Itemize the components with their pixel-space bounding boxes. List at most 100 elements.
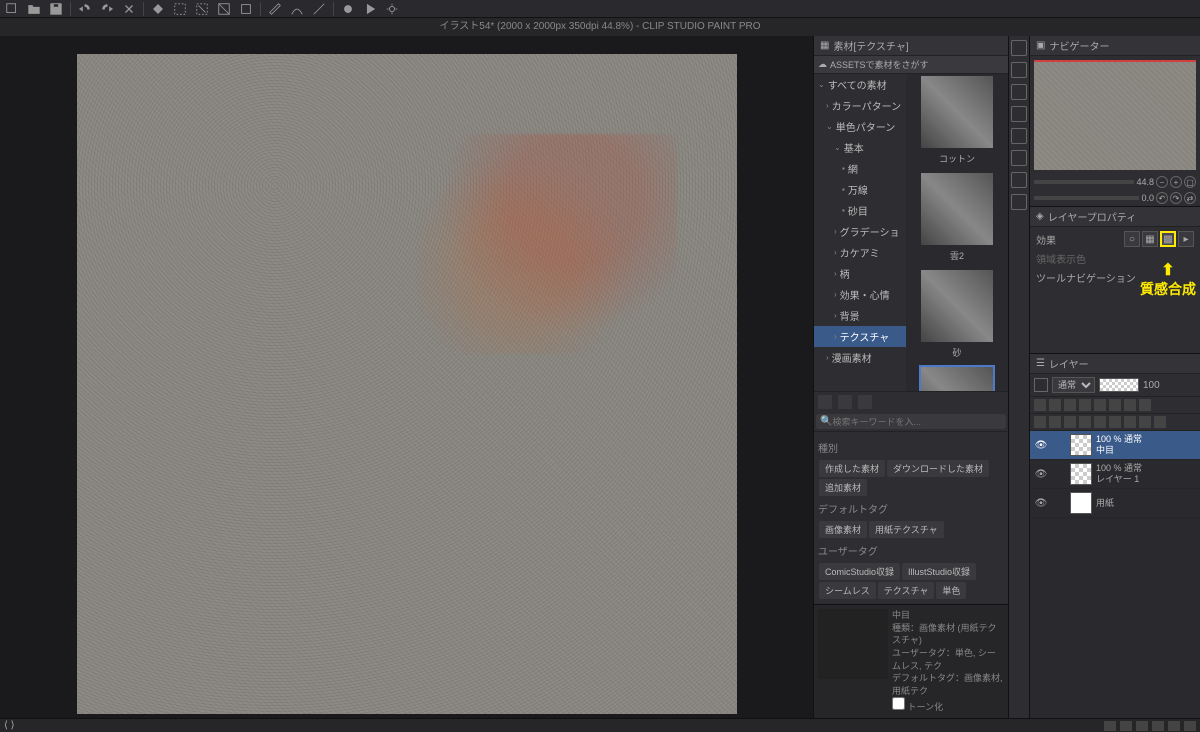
crop-icon[interactable] — [238, 1, 254, 17]
layer-tool-icon[interactable] — [1109, 416, 1121, 428]
ruler-icon[interactable] — [267, 1, 283, 17]
panel-icon[interactable] — [1011, 194, 1027, 210]
layer-row[interactable]: 👁100 % 通常中目 — [1030, 431, 1200, 460]
effect-texture-icon[interactable]: ▩ — [1160, 231, 1176, 247]
status-icon[interactable] — [1120, 721, 1132, 731]
tree-item[interactable]: ›柄 — [814, 263, 906, 284]
undo-icon[interactable] — [77, 1, 93, 17]
deselect-icon[interactable] — [194, 1, 210, 17]
redo-icon[interactable] — [99, 1, 115, 17]
tool-icon[interactable] — [858, 395, 872, 409]
panel-icon[interactable] — [1011, 62, 1027, 78]
panel-icon[interactable] — [1011, 40, 1027, 56]
visibility-icon[interactable]: 👁 — [1034, 438, 1048, 452]
layer-row[interactable]: 👁用紙 — [1030, 489, 1200, 518]
layer-tool-icon[interactable] — [1064, 399, 1076, 411]
flip-button[interactable]: ⇄ — [1184, 192, 1196, 204]
layer-row[interactable]: 👁100 % 通常レイヤー 1 — [1030, 460, 1200, 489]
tag-button[interactable]: 作成した素材 — [819, 460, 885, 477]
effect-tone-icon[interactable]: ▦ — [1142, 231, 1158, 247]
curve-icon[interactable] — [289, 1, 305, 17]
visibility-icon[interactable]: 👁 — [1034, 467, 1048, 481]
tree-item[interactable]: ⌄すべての素材 — [814, 74, 906, 95]
status-icon[interactable] — [1168, 721, 1180, 731]
navigator-tab[interactable]: ▣ ナビゲーター — [1030, 36, 1200, 56]
search-input[interactable] — [832, 417, 1002, 427]
tree-item[interactable]: ⌄基本 — [814, 137, 906, 158]
canvas-area[interactable] — [0, 36, 813, 718]
material-thumbnail[interactable] — [921, 76, 993, 148]
tree-item[interactable]: ›漫画素材 — [814, 347, 906, 368]
effect-more-icon[interactable]: ▸ — [1178, 231, 1194, 247]
material-search[interactable]: 🔍 — [816, 414, 1006, 429]
play-icon[interactable] — [362, 1, 378, 17]
material-thumbnail[interactable] — [921, 270, 993, 342]
assets-search-button[interactable]: ☁ ASSETSで素材をさがす — [814, 56, 1008, 74]
visibility-icon[interactable]: 👁 — [1034, 496, 1048, 510]
edit-icon[interactable] — [1052, 467, 1066, 481]
tag-button[interactable]: 追加素材 — [819, 479, 867, 496]
layer-tool-icon[interactable] — [1139, 399, 1151, 411]
navigator-preview[interactable] — [1034, 60, 1196, 170]
panel-icon[interactable] — [1011, 150, 1027, 166]
layer-tool-icon[interactable] — [1079, 416, 1091, 428]
invert-icon[interactable] — [216, 1, 232, 17]
select-all-icon[interactable] — [172, 1, 188, 17]
panel-icon[interactable] — [1011, 106, 1027, 122]
tree-item[interactable]: ›グラデーショ — [814, 221, 906, 242]
canvas[interactable] — [77, 54, 737, 714]
layer-tool-icon[interactable] — [1124, 399, 1136, 411]
layer-property-tab[interactable]: ◈ レイヤープロパティ — [1030, 207, 1200, 227]
tree-item[interactable]: ›カケアミ — [814, 242, 906, 263]
tree-item[interactable]: ▪万線 — [814, 179, 906, 200]
tag-button[interactable]: ダウンロードした素材 — [887, 460, 989, 477]
edit-icon[interactable] — [1052, 496, 1066, 510]
zoom-in-button[interactable]: + — [1170, 176, 1182, 188]
layer-tool-icon[interactable] — [1064, 416, 1076, 428]
tree-item[interactable]: ›効果・心情 — [814, 284, 906, 305]
tree-item[interactable]: ⌄単色パターン — [814, 116, 906, 137]
layer-tool-icon[interactable] — [1034, 416, 1046, 428]
rotation-slider[interactable] — [1034, 196, 1139, 200]
layer-tool-icon[interactable] — [1139, 416, 1151, 428]
material-thumbnail[interactable] — [921, 367, 993, 391]
tree-item[interactable]: ▪網 — [814, 158, 906, 179]
tag-button[interactable]: ComicStudio収録 — [819, 563, 900, 580]
fit-button[interactable]: ▢ — [1184, 176, 1196, 188]
open-icon[interactable] — [26, 1, 42, 17]
effect-border-icon[interactable]: ○ — [1124, 231, 1140, 247]
blend-mode-select[interactable]: 通常 — [1052, 377, 1095, 393]
tag-button[interactable]: テクスチャ — [878, 582, 935, 599]
panel-icon[interactable] — [1011, 172, 1027, 188]
tree-item[interactable]: ›テクスチャ — [814, 326, 906, 347]
layer-tab[interactable]: ☰ レイヤー — [1030, 354, 1200, 374]
material-thumbnail[interactable] — [921, 173, 993, 245]
line-icon[interactable] — [311, 1, 327, 17]
delete-icon[interactable] — [121, 1, 137, 17]
tone-checkbox[interactable] — [892, 697, 905, 710]
layer-tool-icon[interactable] — [1049, 399, 1061, 411]
zoom-out-button[interactable]: − — [1156, 176, 1168, 188]
tool-icon[interactable] — [838, 395, 852, 409]
layer-tool-icon[interactable] — [1109, 399, 1121, 411]
select-tool-icon[interactable] — [4, 1, 20, 17]
layer-tool-icon[interactable] — [1049, 416, 1061, 428]
tag-button[interactable]: シームレス — [819, 582, 876, 599]
tree-item[interactable]: ›カラーパターン — [814, 95, 906, 116]
layer-tool-icon[interactable] — [1079, 399, 1091, 411]
panel-icon[interactable] — [1011, 84, 1027, 100]
status-icon[interactable] — [1104, 721, 1116, 731]
layer-color-icon[interactable] — [1034, 378, 1048, 392]
tag-button[interactable]: 単色 — [936, 582, 966, 599]
layer-tool-icon[interactable] — [1094, 416, 1106, 428]
fill-icon[interactable] — [150, 1, 166, 17]
tag-button[interactable]: 用紙テクスチャ — [869, 521, 944, 538]
record-icon[interactable] — [340, 1, 356, 17]
status-icon[interactable] — [1152, 721, 1164, 731]
status-icon[interactable] — [1136, 721, 1148, 731]
edit-icon[interactable] — [1052, 438, 1066, 452]
save-icon[interactable] — [48, 1, 64, 17]
rotate-left-button[interactable]: ↶ — [1156, 192, 1168, 204]
tool-icon[interactable] — [818, 395, 832, 409]
zoom-slider[interactable] — [1034, 180, 1134, 184]
